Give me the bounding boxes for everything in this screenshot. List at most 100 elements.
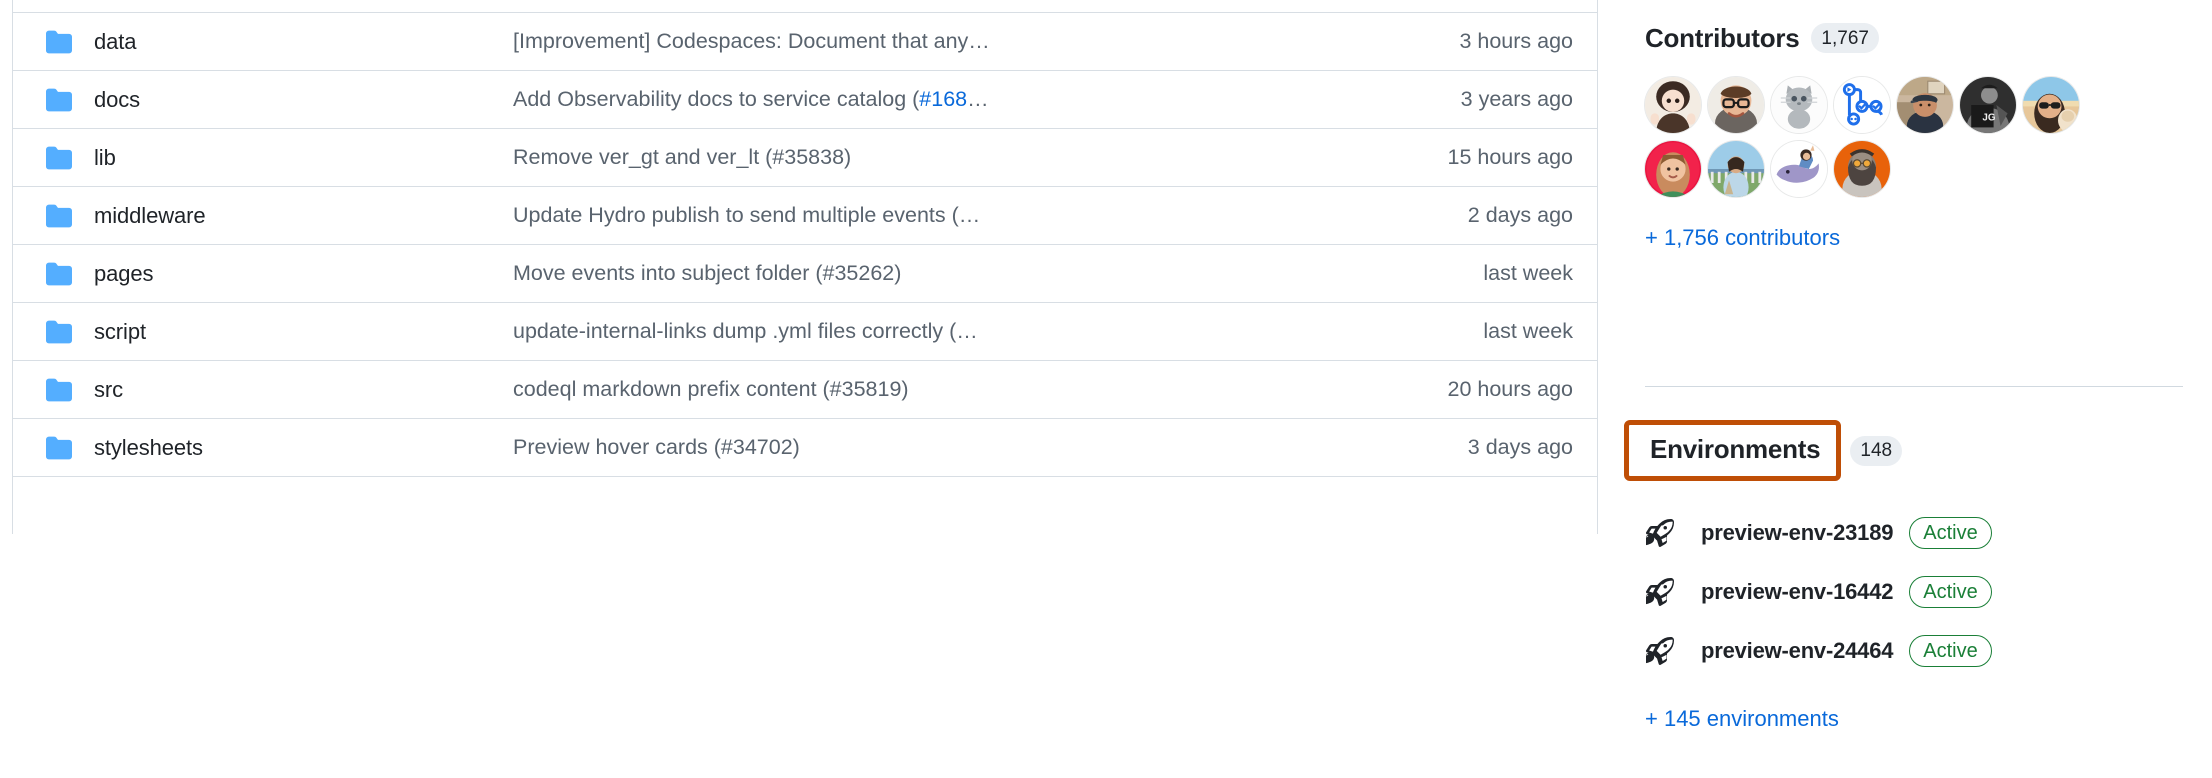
- contributor-avatar[interactable]: [1771, 76, 1827, 133]
- rocket-icon: [1645, 518, 1675, 547]
- commit-message-cell[interactable]: Update Hydro publish to send multiple ev…: [513, 203, 1468, 228]
- commit-time-cell: last week: [1483, 261, 1573, 285]
- file-name-link[interactable]: script: [94, 319, 146, 345]
- folder-icon: [43, 87, 75, 113]
- file-name-cell: stylesheets: [43, 435, 513, 461]
- table-row[interactable]: middleware Update Hydro publish to send m…: [13, 186, 1597, 244]
- commit-time-cell: 15 hours ago: [1447, 145, 1573, 169]
- contributor-avatar[interactable]: [1897, 76, 1953, 133]
- file-name-cell: pages: [43, 261, 513, 287]
- commit-message-cell[interactable]: Remove ver_gt and ver_lt (#35838): [513, 145, 1447, 170]
- folder-icon: [43, 319, 75, 345]
- status-badge: Active: [1909, 634, 1992, 667]
- status-badge: Active: [1909, 516, 1992, 549]
- environment-name-link[interactable]: preview-env-23189: [1701, 520, 1893, 546]
- more-contributors-link[interactable]: + 1,756 contributors: [1645, 225, 1840, 251]
- file-name-link[interactable]: stylesheets: [94, 435, 203, 461]
- contributor-avatar[interactable]: [2023, 76, 2079, 133]
- folder-icon: [43, 435, 75, 461]
- commit-message-text: Update Hydro publish to send multiple ev…: [513, 203, 981, 227]
- commit-message-text: [Improvement] Codespaces: Document that …: [513, 29, 990, 53]
- status-badge: Active: [1909, 575, 1992, 608]
- commit-message-text: update-internal-links dump .yml files co…: [513, 319, 978, 343]
- contributor-avatar-grid: JG: [1645, 76, 2115, 197]
- table-row[interactable]: docs Add Observability docs to service ca…: [13, 70, 1597, 128]
- commit-time-cell: 3 years ago: [1460, 87, 1573, 111]
- file-listing-table: contributingAdd {% rowheaders %} guideli…: [12, 0, 1598, 534]
- table-row[interactable]: contributingAdd {% rowheaders %} guideli…: [13, 0, 1597, 12]
- folder-icon: [43, 203, 75, 229]
- commit-message-ellipsis: …: [967, 87, 989, 111]
- file-name-cell: data: [43, 29, 513, 55]
- commit-message-text: Preview hover cards (#34702): [513, 435, 800, 459]
- environment-row[interactable]: preview-env-23189 Active: [1645, 503, 1992, 562]
- file-name-link[interactable]: src: [94, 377, 123, 403]
- file-name-link[interactable]: data: [94, 29, 137, 55]
- file-name-link[interactable]: lib: [94, 145, 116, 171]
- file-name-cell: lib: [43, 145, 513, 171]
- commit-time-cell: 3 days ago: [1467, 435, 1573, 459]
- table-row[interactable]: [13, 476, 1597, 534]
- environments-count-badge: 148: [1850, 435, 1903, 466]
- contributor-avatar[interactable]: [1834, 76, 1890, 133]
- file-name-cell: docs: [43, 87, 513, 113]
- folder-icon: [43, 29, 75, 55]
- contributor-avatar[interactable]: [1834, 140, 1890, 197]
- contributor-avatar[interactable]: [1771, 140, 1827, 197]
- table-row[interactable]: script update-internal-links dump .yml fi…: [13, 302, 1597, 360]
- commit-message-cell[interactable]: Preview hover cards (#34702): [513, 435, 1468, 460]
- commit-message-cell[interactable]: codeql markdown prefix content (#35819): [513, 377, 1447, 402]
- commit-message-cell[interactable]: Add Observability docs to service catalo…: [513, 87, 1461, 112]
- environments-title: Environments: [1650, 434, 1821, 464]
- commit-message-cell[interactable]: [Improvement] Codespaces: Document that …: [513, 29, 1459, 54]
- contributor-avatar[interactable]: [1645, 140, 1701, 197]
- environments-list: preview-env-23189 Active preview-env-16442…: [1645, 503, 1992, 680]
- environment-name-link[interactable]: preview-env-24464: [1701, 638, 1893, 664]
- more-environments-link[interactable]: + 145 environments: [1645, 706, 1839, 732]
- environments-header: Environments 148: [1624, 420, 1992, 482]
- commit-time-cell: 3 hours ago: [1459, 29, 1573, 53]
- commit-message-text: Add Observability docs to service catalo…: [513, 87, 920, 111]
- contributor-avatar[interactable]: [1708, 76, 1764, 133]
- commit-time-cell: last week: [1483, 319, 1573, 343]
- file-name-cell: script: [43, 319, 513, 345]
- contributors-count-badge: 1,767: [1811, 23, 1879, 54]
- file-name-cell: src: [43, 377, 513, 403]
- rocket-icon: [1645, 636, 1675, 665]
- environment-name-link[interactable]: preview-env-16442: [1701, 579, 1893, 605]
- table-row[interactable]: stylesheets Preview hover cards (#34702) 3…: [13, 418, 1597, 476]
- commit-message-text: Move events into subject folder (#35262): [513, 261, 902, 285]
- file-name-cell: middleware: [43, 203, 513, 229]
- sidebar-divider: [1645, 386, 2183, 387]
- environment-row[interactable]: preview-env-24464 Active: [1645, 621, 1992, 680]
- table-row[interactable]: data [Improvement] Codespaces: Document t…: [13, 12, 1597, 70]
- commit-message-cell[interactable]: update-internal-links dump .yml files co…: [513, 319, 1483, 344]
- commit-message-text: Remove ver_gt and ver_lt (#35838): [513, 145, 852, 169]
- svg-text:JG: JG: [1982, 112, 1995, 123]
- contributor-avatar[interactable]: JG: [1960, 76, 2016, 133]
- contributors-section: Contributors 1,767 JG + 1,756 contributo…: [1645, 22, 2115, 251]
- file-name-link[interactable]: docs: [94, 87, 140, 113]
- commit-message-cell[interactable]: Move events into subject folder (#35262): [513, 261, 1483, 286]
- contributor-avatar[interactable]: [1708, 140, 1764, 197]
- commit-issue-link[interactable]: #168: [919, 87, 967, 111]
- contributors-header[interactable]: Contributors 1,767: [1645, 22, 2115, 55]
- table-row[interactable]: lib Remove ver_gt and ver_lt (#35838) 15 h…: [13, 128, 1597, 186]
- environments-highlight-annotation[interactable]: Environments: [1624, 420, 1842, 482]
- commit-message-text: codeql markdown prefix content (#35819): [513, 377, 909, 401]
- file-name-link[interactable]: middleware: [94, 203, 206, 229]
- repository-content-area: contributingAdd {% rowheaders %} guideli…: [0, 0, 2212, 778]
- folder-icon: [43, 261, 75, 287]
- table-row[interactable]: pages Move events into subject folder (#3…: [13, 244, 1597, 302]
- file-name-link[interactable]: pages: [94, 261, 154, 287]
- table-row[interactable]: src codeql markdown prefix content (#3581…: [13, 360, 1597, 418]
- folder-icon: [43, 377, 75, 403]
- contributor-avatar[interactable]: [1645, 76, 1701, 133]
- commit-time-cell: 20 hours ago: [1447, 377, 1573, 401]
- contributors-title: Contributors: [1645, 23, 1800, 53]
- commit-time-cell: 2 days ago: [1467, 203, 1573, 227]
- environments-section: Environments 148 preview-env-23189 Active…: [1624, 420, 1992, 732]
- folder-icon: [43, 145, 75, 171]
- environment-row[interactable]: preview-env-16442 Active: [1645, 562, 1992, 621]
- rocket-icon: [1645, 577, 1675, 606]
